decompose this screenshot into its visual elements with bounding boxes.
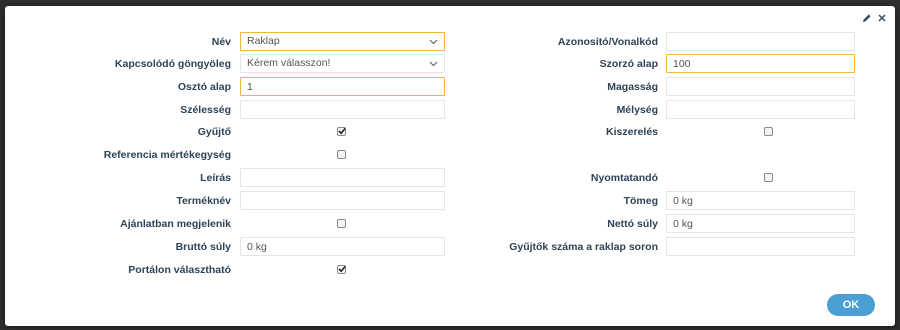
tomeg-label: Tömeg	[623, 195, 658, 207]
nev-selected-value: Raklap	[247, 35, 280, 47]
azonosito-label: Azonosító/Vonalkód	[557, 36, 658, 48]
row-leiras: Leírás Nyomtatandó	[5, 168, 895, 188]
melyseg-label: Mélység	[616, 104, 658, 116]
oszto-alap-label: Osztó alap	[177, 81, 231, 93]
azonosito-input[interactable]	[666, 32, 855, 51]
kiszereles-checkbox[interactable]	[764, 127, 773, 136]
row-brutto: Bruttó súly Gyűjtők száma a raklap soron	[5, 237, 895, 257]
kapcsolodo-label: Kapcsolódó göngyöleg	[114, 58, 231, 70]
magassag-input[interactable]	[666, 77, 855, 96]
tomeg-input[interactable]	[666, 191, 855, 210]
gyujtok-szama-label: Gyűjtők száma a raklap soron	[509, 241, 658, 253]
nyomtatando-label: Nyomtatandó	[590, 172, 658, 184]
kiszereles-label: Kiszerelés	[606, 126, 658, 138]
row-gyujto: Gyűjtő Kiszerelés	[5, 122, 895, 142]
leiras-label: Leírás	[200, 172, 231, 184]
referencia-label: Referencia mértékegység	[103, 149, 231, 161]
close-icon[interactable]	[877, 13, 887, 23]
pencil-icon[interactable]	[862, 13, 872, 23]
row-ajanlatban: Ajánlatban megjelenik Nettó súly	[5, 214, 895, 234]
row-referencia: Referencia mértékegység	[5, 145, 895, 165]
checkmark-icon	[338, 265, 346, 273]
product-edit-dialog: Név Raklap Azonosító/Vonalkód Kapcsolódó…	[5, 6, 895, 326]
dialog-header-icons	[862, 13, 887, 23]
row-portalon: Portálon választható	[5, 260, 895, 280]
magassag-label: Magasság	[607, 81, 658, 93]
portalon-checkbox[interactable]	[337, 265, 346, 274]
nev-label: Név	[211, 36, 231, 48]
netto-suly-label: Nettó súly	[607, 218, 658, 230]
row-szelesseg: Szélesség Mélység	[5, 100, 895, 120]
row-nev: Név Raklap Azonosító/Vonalkód	[5, 32, 895, 52]
row-kapcsolodo: Kapcsolódó göngyöleg Kérem válasszon! Sz…	[5, 54, 895, 74]
gyujto-label: Gyűjtő	[197, 126, 231, 138]
brutto-suly-label: Bruttó súly	[175, 241, 231, 253]
szorzo-alap-label: Szorzó alap	[599, 58, 658, 70]
netto-suly-input[interactable]	[666, 214, 855, 233]
ok-button[interactable]: OK	[827, 294, 875, 316]
gyujtok-szama-input[interactable]	[666, 237, 855, 256]
szorzo-alap-input[interactable]	[666, 54, 855, 73]
melyseg-input[interactable]	[666, 100, 855, 119]
row-termeknev: Terméknév Tömeg	[5, 191, 895, 211]
nyomtatando-checkbox[interactable]	[764, 173, 773, 182]
termeknev-label: Terméknév	[176, 195, 231, 207]
kapcsolodo-selected-value: Kérem válasszon!	[247, 57, 331, 69]
szelesseg-label: Szélesség	[180, 104, 231, 116]
ajanlatban-label: Ajánlatban megjelenik	[120, 218, 231, 230]
row-oszto: Osztó alap Magasság	[5, 77, 895, 97]
referencia-checkbox[interactable]	[337, 150, 346, 159]
portalon-label: Portálon választható	[128, 264, 231, 276]
